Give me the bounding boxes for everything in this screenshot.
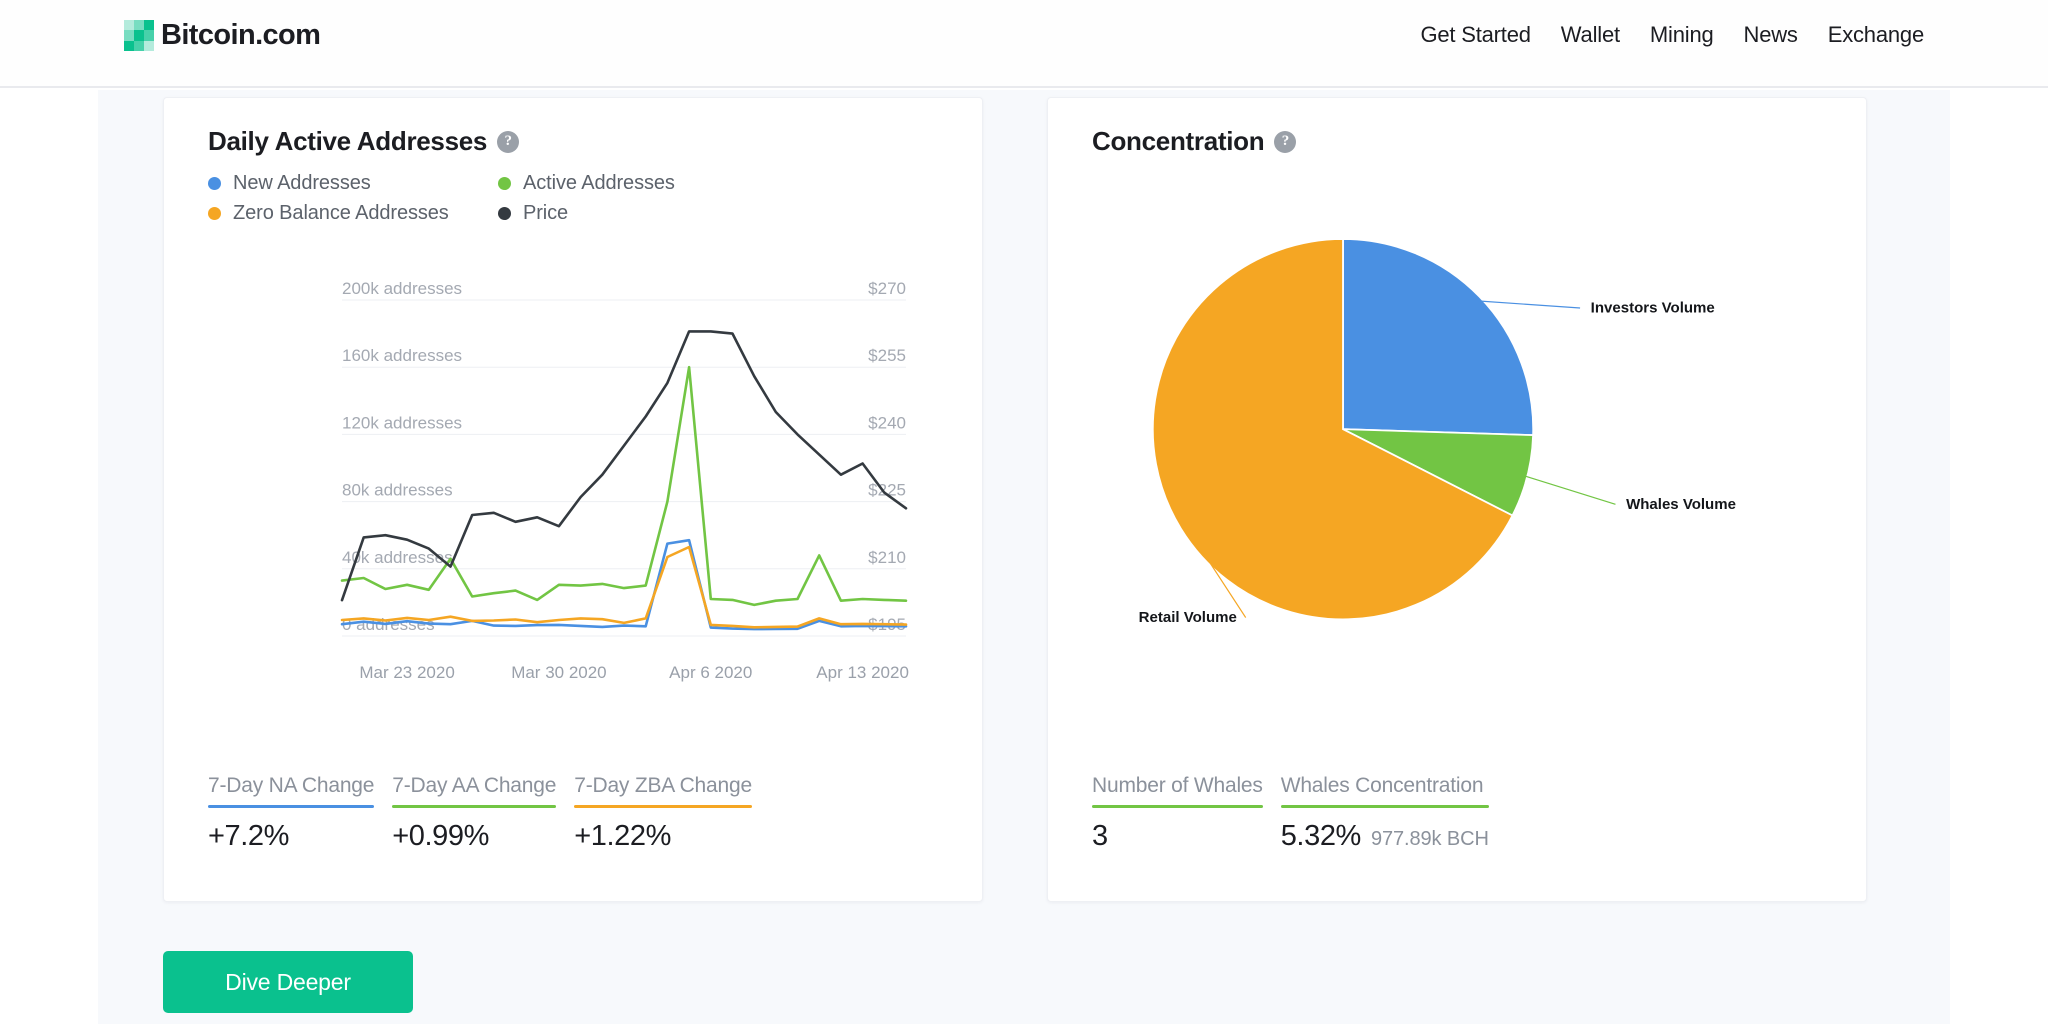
pie-label-retail-volume: Retail Volume [1139, 609, 1237, 626]
nav-item-news[interactable]: News [1744, 22, 1798, 48]
brand-logo[interactable]: Bitcoin.com [124, 20, 320, 51]
bitcoin-com-logo-icon [124, 20, 154, 51]
line-chart-container[interactable]: 200k addresses 160k addresses 120k address… [164, 246, 984, 706]
stat-7day-aa-change: 7-Day AA Change +0.99% [392, 774, 556, 853]
stat-value: +7.2% [208, 820, 374, 853]
legend-item-price[interactable]: Price [498, 202, 675, 225]
stat-underline [1281, 805, 1489, 808]
y-axis-tick-label: 200k addresses [342, 279, 462, 298]
stat-label: 7-Day ZBA Change [574, 774, 752, 805]
card-title-daily-active-addresses: Daily Active Addresses ? [208, 126, 519, 157]
legend-dot-icon [208, 207, 221, 220]
y2-axis-tick-label: $255 [868, 346, 906, 365]
stat-number-of-whales: Number of Whales 3 [1092, 774, 1263, 853]
legend-label: Zero Balance Addresses [233, 202, 449, 225]
legend-label: Active Addresses [523, 172, 675, 195]
y2-axis-tick-label: $225 [868, 481, 906, 500]
legend-label: Price [523, 202, 568, 225]
chart-y2-axis-labels: $270$255$240$225$210$195 [868, 279, 906, 634]
stat-underline [574, 805, 752, 808]
x-axis-tick-label: Apr 13 2020 [816, 663, 909, 682]
legend-dot-icon [498, 207, 511, 220]
pie-label-whales-volume: Whales Volume [1626, 496, 1736, 513]
stat-label: Whales Concentration [1281, 774, 1489, 805]
legend-item-new-addresses[interactable]: New Addresses [208, 172, 498, 195]
stat-7day-zba-change: 7-Day ZBA Change +1.22% [574, 774, 752, 853]
pie-label-investors-volume: Investors Volume [1591, 299, 1715, 316]
pie-callout-line [1476, 301, 1581, 308]
nav-item-exchange[interactable]: Exchange [1828, 22, 1924, 48]
y2-axis-tick-label: $240 [868, 413, 906, 432]
main-navigation: Get Started Wallet Mining News Exchange [1420, 22, 1924, 48]
page-title-text: Daily Active Addresses [208, 126, 487, 157]
question-mark-icon[interactable]: ? [497, 131, 519, 153]
y-axis-tick-label: 120k addresses [342, 413, 462, 432]
chart-x-axis-labels: Mar 23 2020 Mar 30 2020 Apr 6 2020 Apr 13 2… [359, 663, 909, 682]
nav-item-mining[interactable]: Mining [1650, 22, 1714, 48]
stat-value: +1.22% [574, 820, 752, 853]
stat-value: +0.99% [392, 820, 556, 853]
stat-underline [208, 805, 374, 808]
nav-item-wallet[interactable]: Wallet [1561, 22, 1620, 48]
stat-underline [392, 805, 556, 808]
dive-deeper-button[interactable]: Dive Deeper [163, 951, 413, 1013]
legend-item-zero-balance-addresses[interactable]: Zero Balance Addresses [208, 202, 498, 225]
brand-name: Bitcoin.com [161, 21, 320, 50]
legend-dot-icon [498, 177, 511, 190]
stat-subvalue: 977.89k BCH [1371, 828, 1489, 851]
stat-label: 7-Day AA Change [392, 774, 556, 805]
stat-value-group: 5.32% 977.89k BCH [1281, 820, 1489, 853]
pie-chart-container[interactable]: Investors Volume Whales Volume Retail Volu… [1048, 208, 1868, 728]
question-mark-icon[interactable]: ? [1274, 131, 1296, 153]
page-root: Bitcoin.com Get Started Wallet Mining Ne… [0, 0, 2048, 1024]
y2-axis-tick-label: $210 [868, 548, 906, 567]
stat-7day-na-change: 7-Day NA Change +7.2% [208, 774, 374, 853]
line-chart-svg: 200k addresses 160k addresses 120k address… [164, 246, 984, 706]
nav-item-get-started[interactable]: Get Started [1420, 22, 1530, 48]
left-gutter [0, 0, 98, 1024]
y2-axis-tick-label: $270 [868, 279, 906, 298]
x-axis-tick-label: Mar 23 2020 [359, 663, 454, 682]
stat-label: 7-Day NA Change [208, 774, 374, 805]
right-card-stats: Number of Whales 3 Whales Concentration … [1092, 774, 1489, 853]
legend-label: New Addresses [233, 172, 371, 195]
pie-callout-line [1522, 475, 1616, 504]
stat-underline [1092, 805, 1263, 808]
daily-active-addresses-card: Daily Active Addresses ? New Addresses A… [163, 97, 983, 902]
pie-chart-svg: Investors Volume Whales Volume Retail Volu… [1048, 208, 1868, 668]
stat-whales-concentration: Whales Concentration 5.32% 977.89k BCH [1281, 774, 1489, 853]
right-gutter [1950, 0, 2048, 1024]
pie-slice-investors-volume[interactable] [1343, 239, 1533, 435]
stat-value: 5.32% [1281, 820, 1361, 853]
x-axis-tick-label: Mar 30 2020 [511, 663, 606, 682]
x-axis-tick-label: Apr 6 2020 [669, 663, 752, 682]
y-axis-tick-label: 80k addresses [342, 481, 453, 500]
chart-legend: New Addresses Active Addresses Zero Bala… [208, 172, 675, 225]
chart-y-axis-labels: 200k addresses 160k addresses 120k address… [342, 279, 462, 634]
y-axis-tick-label: 160k addresses [342, 346, 462, 365]
stat-label: Number of Whales [1092, 774, 1263, 805]
page-title-text: Concentration [1092, 126, 1264, 157]
legend-item-active-addresses[interactable]: Active Addresses [498, 172, 675, 195]
concentration-card: Concentration ? Investors Volume Whales V… [1047, 97, 1867, 902]
legend-dot-icon [208, 177, 221, 190]
site-header: Bitcoin.com Get Started Wallet Mining Ne… [0, 0, 2048, 88]
stat-value: 3 [1092, 820, 1263, 853]
left-card-stats: 7-Day NA Change +7.2% 7-Day AA Change +0… [208, 774, 752, 853]
card-title-concentration: Concentration ? [1092, 126, 1296, 157]
